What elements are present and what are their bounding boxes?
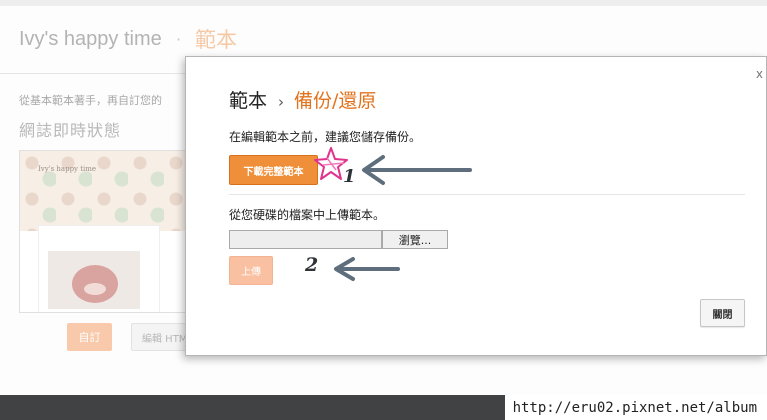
breadcrumb-template: 範本 bbox=[229, 90, 268, 112]
thumbnail-photo bbox=[48, 251, 140, 309]
customize-button[interactable]: 自訂 bbox=[67, 323, 112, 351]
section-title: 範本 bbox=[195, 28, 237, 52]
download-full-template-button[interactable]: 下載完整範本 bbox=[229, 155, 318, 185]
upload-description: 從您硬碟的檔案中上傳範本。 bbox=[229, 208, 386, 222]
backup-description: 在編輯範本之前，建議您儲存備份。 bbox=[229, 130, 422, 144]
browse-button[interactable]: 瀏覽... bbox=[382, 230, 448, 249]
close-icon[interactable]: x bbox=[756, 67, 763, 81]
template-intro-text: 從基本範本著手，再自訂您的 bbox=[19, 94, 162, 107]
annotation-step-1: 1 bbox=[343, 166, 356, 187]
edit-html-button[interactable]: 編輯 HTML bbox=[131, 323, 191, 351]
breadcrumb-backup-restore: 備份/還原 bbox=[294, 90, 377, 112]
title-separator: · bbox=[176, 30, 182, 49]
file-path-input[interactable] bbox=[229, 230, 382, 249]
live-template-thumbnail[interactable]: Ivy's happy time bbox=[19, 150, 189, 313]
section-divider bbox=[229, 194, 745, 195]
upload-button[interactable]: 上傳 bbox=[229, 256, 273, 285]
close-button[interactable]: 關閉 bbox=[700, 299, 745, 327]
live-blog-heading: 網誌即時狀態 bbox=[19, 121, 122, 140]
breadcrumb-chevron-icon: › bbox=[278, 93, 285, 111]
annotation-step-2: 2 bbox=[305, 254, 319, 276]
blog-title[interactable]: Ivy's happy time bbox=[19, 28, 162, 51]
backup-restore-dialog: x 範本 › 備份/還原 在編輯範本之前，建議您儲存備份。 下載完整範本 從您硬… bbox=[185, 56, 767, 356]
watermark-url: http://eru02.pixnet.net/album bbox=[504, 395, 767, 420]
thumbnail-blog-name: Ivy's happy time bbox=[38, 165, 97, 173]
dialog-breadcrumb: 範本 › 備份/還原 bbox=[229, 86, 376, 113]
footer-bar: http://eru02.pixnet.net/album bbox=[0, 395, 767, 420]
thumbnail-header-pattern bbox=[20, 151, 188, 231]
angry-bird-plush-image bbox=[72, 265, 118, 303]
